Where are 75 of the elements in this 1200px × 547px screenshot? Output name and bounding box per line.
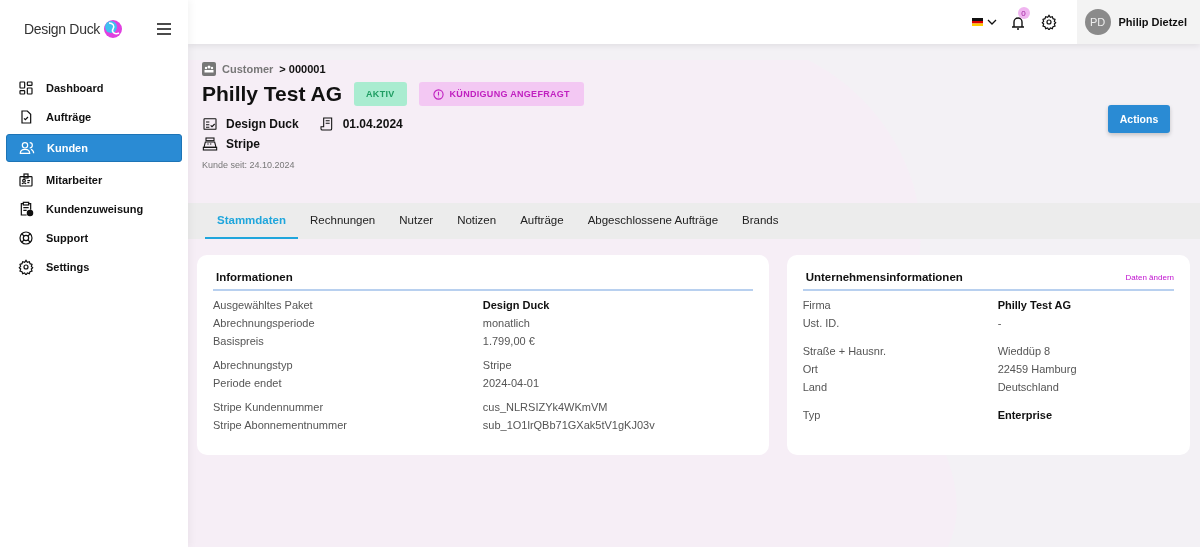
- actions-button[interactable]: Actions: [1108, 105, 1170, 133]
- field-value: 2024-04-01: [482, 377, 541, 389]
- field-value: monatlich: [482, 317, 531, 329]
- field-value: Design Duck: [482, 299, 551, 311]
- grid-icon: [18, 79, 34, 96]
- field-value: Stripe: [482, 359, 513, 371]
- field-label: Abrechnungstyp: [213, 359, 294, 371]
- sidebar-item[interactable]: Support: [6, 226, 182, 249]
- user-name: Philip Dietzel: [1118, 16, 1187, 28]
- tab[interactable]: Rechnungen: [298, 203, 388, 239]
- status-badge: AKTIV: [354, 82, 407, 106]
- receipt-icon: [318, 116, 335, 132]
- field-value: Philly Test AG: [997, 299, 1072, 311]
- field-label: Typ: [802, 409, 822, 421]
- field-label: Firma: [802, 299, 832, 311]
- field-label: Ausgewähltes Paket: [213, 299, 314, 311]
- card-title: Unternehmensinformationen: [805, 271, 963, 283]
- sidebar-item[interactable]: Kunden: [6, 134, 182, 162]
- customer-since: Kunde seit: 24.10.2024: [202, 160, 296, 170]
- sidebar-item[interactable]: Settings: [6, 255, 182, 278]
- logo-text: Design Duck: [24, 21, 101, 37]
- tab[interactable]: Abgeschlossene Aufträge: [575, 203, 731, 239]
- field-label: Ust. ID.: [802, 317, 841, 329]
- field-value: sub_1O1lrQBb71GXak5tV1gKJ03v: [482, 419, 656, 431]
- flag-icon: [971, 18, 983, 26]
- menu-icon[interactable]: [156, 23, 172, 35]
- settings-icon[interactable]: [1040, 14, 1057, 30]
- checklist-icon: [202, 116, 218, 132]
- bell-icon[interactable]: [1010, 15, 1025, 31]
- breadcrumb-link[interactable]: Customer: [222, 63, 274, 75]
- page-title: Philly Test AG: [202, 82, 343, 106]
- field-label: Basispreis: [213, 335, 265, 347]
- logo-icon: [103, 19, 124, 39]
- user-menu[interactable]: PD Philip Dietzel: [1076, 0, 1200, 44]
- chevron-down-icon: [986, 19, 997, 25]
- notification-count: 0: [1017, 7, 1030, 19]
- sidebar-item[interactable]: Dashboard: [6, 76, 182, 99]
- field-label: Abrechnungsperiode: [213, 317, 316, 329]
- lifebuoy-icon: [18, 229, 34, 246]
- sidebar-item[interactable]: Kundenzuweisung: [6, 197, 182, 220]
- field-label: Ort: [802, 363, 819, 375]
- tab[interactable]: Brands: [730, 203, 791, 239]
- meta-text: Design Duck: [226, 117, 299, 131]
- field-value: Deutschland: [997, 381, 1060, 393]
- tab[interactable]: Notizen: [445, 203, 509, 239]
- field-label: Land: [802, 381, 829, 393]
- field-label: Stripe Kundennummer: [213, 401, 325, 413]
- breadcrumb-current: > 000001: [279, 63, 326, 75]
- people-icon: [202, 62, 216, 76]
- field-label: Stripe Abonnementnummer: [213, 419, 348, 431]
- sidebar-item[interactable]: Mitarbeiter: [6, 168, 182, 191]
- language-selector[interactable]: [971, 18, 997, 26]
- edit-link[interactable]: Daten ändern: [1125, 272, 1174, 282]
- field-value: Wieddüp 8: [997, 345, 1052, 357]
- cash-register-icon: [202, 136, 218, 152]
- alert-icon: [432, 88, 444, 100]
- field-value: cus_NLRSIZYk4WKmVM: [482, 401, 609, 413]
- document-check-icon: [18, 108, 34, 125]
- field-label: Straße + Hausnr.: [802, 345, 888, 357]
- settings-icon: [18, 258, 34, 275]
- status-badge: KÜNDIGUNG ANGEFRAGT: [418, 82, 584, 106]
- field-value: Enterprise: [997, 409, 1054, 421]
- field-value: -: [997, 317, 1003, 329]
- card-title: Informationen: [216, 271, 293, 283]
- meta-text: Stripe: [226, 137, 260, 151]
- sidebar-item[interactable]: Aufträge: [6, 105, 182, 128]
- id-badge-icon: [18, 171, 34, 188]
- avatar: PD: [1084, 9, 1111, 35]
- users-icon: [19, 140, 35, 156]
- meta-text: 01.04.2024: [342, 117, 403, 131]
- field-label: Periode endet: [213, 377, 283, 389]
- tab[interactable]: Aufträge: [508, 203, 576, 239]
- field-value: 22459 Hamburg: [997, 363, 1078, 375]
- tab[interactable]: Nutzer: [387, 203, 446, 239]
- field-value: 1.799,00 €: [482, 335, 536, 347]
